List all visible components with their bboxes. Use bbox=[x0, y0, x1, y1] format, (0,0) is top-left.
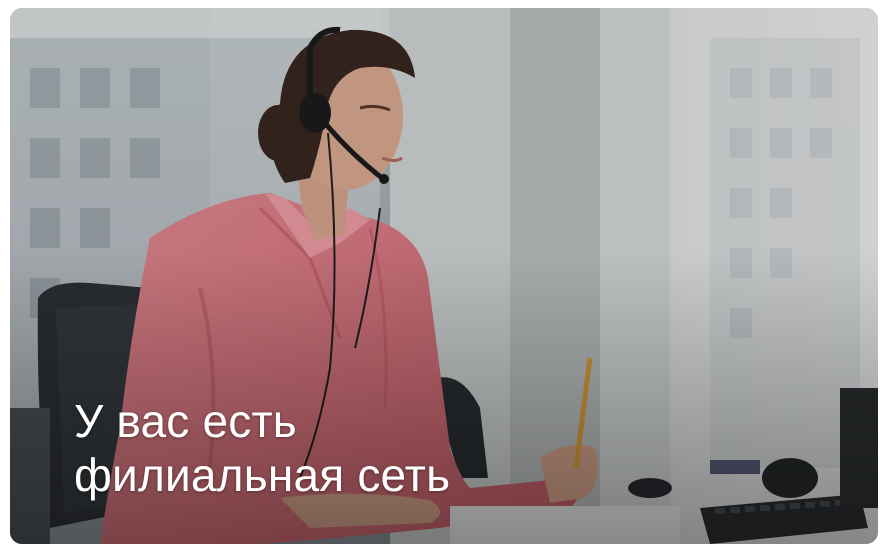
promo-banner[interactable]: У вас есть филиальная сеть bbox=[10, 8, 878, 544]
headline-line-1: У вас есть bbox=[74, 395, 297, 447]
headline-line-2: филиальная сеть bbox=[74, 449, 451, 501]
banner-headline: У вас есть филиальная сеть bbox=[74, 394, 450, 502]
